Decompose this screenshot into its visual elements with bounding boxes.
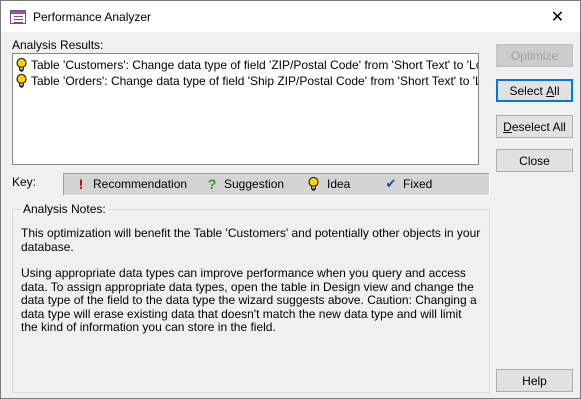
result-text: Table 'Customers': Change data type of f… <box>31 58 479 72</box>
close-button[interactable]: Close <box>496 149 573 172</box>
list-item[interactable]: Table 'Orders': Change data type of fiel… <box>16 73 479 89</box>
close-label: Close <box>519 153 550 168</box>
window-title: Performance Analyzer <box>33 10 152 24</box>
analysis-notes-text: This optimization will benefit the Table… <box>21 226 481 348</box>
notes-paragraph: Using appropriate data types can improve… <box>21 266 477 334</box>
key-recommendation: ! Recommendation <box>74 177 187 191</box>
key-fixed: ✔ Fixed <box>384 176 433 192</box>
help-label: Help <box>522 373 547 388</box>
notes-paragraph: This optimization will benefit the Table… <box>21 226 481 254</box>
idea-bulb-icon <box>16 58 27 72</box>
key-idea: Idea <box>308 177 350 191</box>
key-label: Key: <box>12 175 37 189</box>
recommendation-icon: ! <box>78 176 84 192</box>
deselect-all-label: eselect All <box>511 119 566 134</box>
close-window-icon[interactable]: ✕ <box>535 1 580 32</box>
performance-analyzer-window: Performance Analyzer ✕ Analysis Results:… <box>0 0 581 399</box>
access-form-icon <box>10 10 26 24</box>
key-fixed-label: Fixed <box>403 177 433 191</box>
key-suggestion: ? Suggestion <box>205 177 284 191</box>
title-bar: Performance Analyzer ✕ <box>1 1 580 32</box>
select-all-mnemonic: A <box>546 83 555 98</box>
suggestion-icon: ? <box>207 176 217 192</box>
optimize-label: Optimize <box>510 48 559 63</box>
key-suggestion-label: Suggestion <box>224 177 285 191</box>
analysis-results-label: Analysis Results: <box>12 38 104 52</box>
select-all-label-start: Select <box>509 83 547 98</box>
analysis-notes-label: Analysis Notes: <box>21 202 108 216</box>
help-button[interactable]: Help <box>496 369 573 392</box>
select-all-button[interactable]: Select All <box>496 79 573 102</box>
key-recommendation-label: Recommendation <box>93 177 188 191</box>
deselect-all-mnemonic: D <box>503 119 512 134</box>
idea-bulb-icon <box>16 74 27 88</box>
key-idea-label: Idea <box>327 177 351 191</box>
select-all-label-end: ll <box>554 83 560 98</box>
result-text: Table 'Orders': Change data type of fiel… <box>31 74 479 88</box>
fixed-checkmark-icon: ✔ <box>385 176 397 191</box>
idea-bulb-icon <box>308 177 322 191</box>
list-item[interactable]: Table 'Customers': Change data type of f… <box>16 57 479 73</box>
deselect-all-button[interactable]: Deselect All <box>496 115 573 138</box>
analysis-results-list[interactable]: Table 'Customers': Change data type of f… <box>12 53 479 165</box>
optimize-button[interactable]: Optimize <box>496 44 573 67</box>
key-legend: ! Recommendation ? Suggestion Idea ✔ Fix… <box>63 173 490 196</box>
